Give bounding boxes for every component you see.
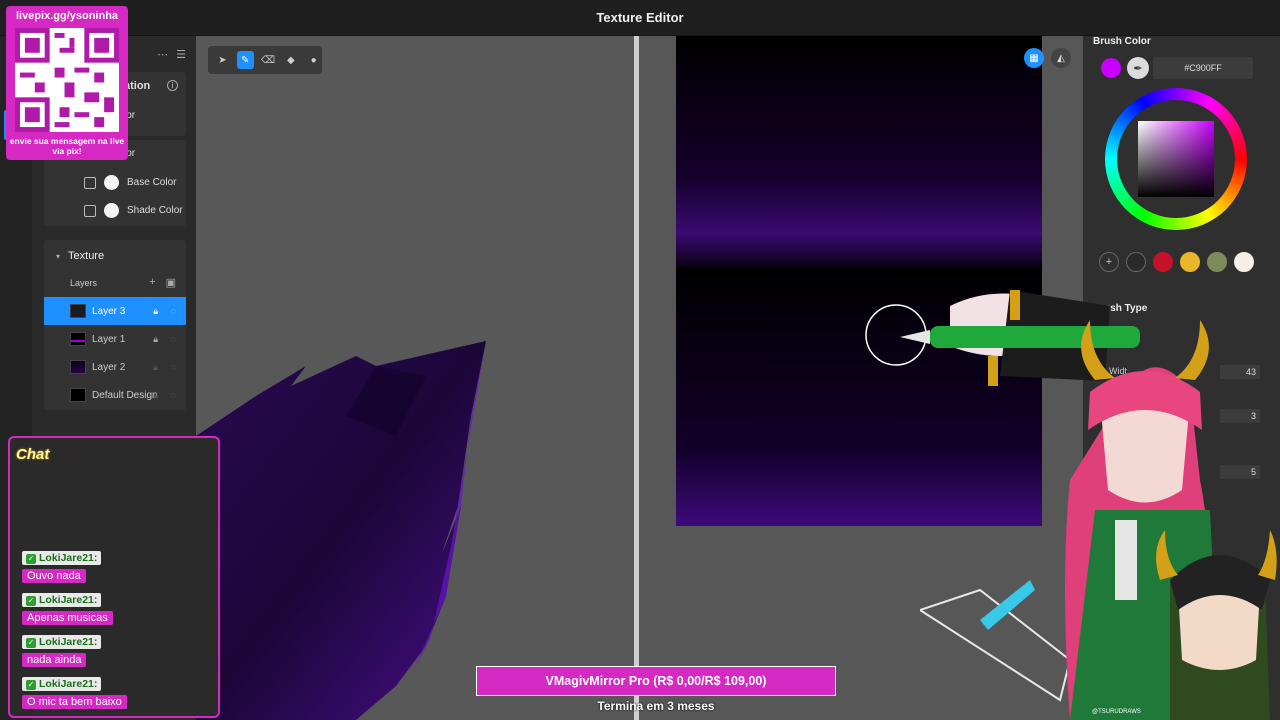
shade-color-row[interactable]: Shade Color [84, 203, 183, 218]
mirror-toggle-button[interactable]: ◭ [1051, 48, 1071, 68]
current-color-swatch[interactable] [1101, 58, 1121, 78]
pix-qr-overlay: livepix.gg/ysoninha envie sua mensagem n… [6, 6, 128, 160]
chat-username: ✓ LokiJare21: [22, 551, 102, 565]
pix-message: envie sua mensagem na live via pix! [9, 136, 125, 156]
license-subtitle: Termina em 3 meses [597, 699, 715, 713]
license-banner: VMagivMirror Pro (R$ 0,00/R$ 109,00) [476, 666, 836, 696]
layer-name: Layer 2 [92, 361, 126, 373]
shade-color-swatch[interactable] [104, 203, 119, 218]
lock-icon[interactable]: 🔒︎ [153, 334, 158, 345]
layer-thumbnail [70, 360, 86, 374]
preset-swatch[interactable] [1180, 252, 1200, 272]
add-layer-icon[interactable]: + [149, 276, 155, 289]
chat-message: ✓ LokiJare21: Ouvo nada [22, 548, 102, 584]
base-color-row[interactable]: Base Color [84, 175, 176, 190]
chat-overlay: Chat ✓ LokiJare21: Ouvo nada ✓ LokiJare21:… [8, 436, 220, 718]
settings-sliders-icon[interactable]: ☰ [176, 48, 186, 61]
import-image-icon[interactable]: ▣ [166, 276, 176, 289]
brush-icon[interactable]: ✎ [236, 51, 254, 69]
visibility-icon[interactable]: ◌ [171, 306, 176, 316]
color-wheel[interactable] [1105, 88, 1247, 230]
eyedropper-icon[interactable]: ✒ [1127, 57, 1149, 79]
lock-icon[interactable]: 🔒︎ [153, 306, 158, 317]
layer-row-layer-1[interactable]: Layer 1 🔒︎ ◌ [44, 325, 186, 353]
lock-icon[interactable]: 🔒︎ [153, 362, 158, 373]
chat-username: ✓ LokiJare21: [22, 593, 102, 607]
brush-color-label: Brush Color [1093, 36, 1151, 47]
layers-label: Layers [70, 278, 98, 288]
chat-text: Apenas musicas [22, 611, 113, 625]
visibility-icon[interactable]: ◌ [171, 334, 176, 344]
chat-username: ✓ LokiJare21: [22, 677, 102, 691]
check-icon: ✓ [26, 680, 36, 690]
grid-view-button[interactable]: ▦ [1024, 48, 1044, 68]
vtuber-avatar-render [920, 320, 1277, 720]
tool-bar: ➤ ✎ ⌫ ◆ ● [208, 46, 322, 74]
artist-credit: @TSURUDRAWS [1092, 709, 1141, 715]
eraser-icon[interactable]: ⌫ [260, 51, 277, 69]
select-icon[interactable]: ➤ [214, 51, 231, 69]
more-icon[interactable]: ⋯ [157, 48, 168, 61]
preset-swatch[interactable] [1207, 252, 1227, 272]
chat-username: ✓ LokiJare21: [22, 635, 102, 649]
info-icon[interactable]: i [167, 80, 178, 91]
vtuber-avatars: @TSURUDRAWS [920, 280, 1280, 720]
base-color-swatch[interactable] [104, 175, 119, 190]
chat-message: ✓ LokiJare21: O mic ta bem baixo [22, 674, 127, 710]
texture-title: Texture [68, 250, 105, 262]
title-bar: Texture Editor [0, 0, 1280, 36]
chevron-down-icon: ▾ [56, 251, 61, 261]
layer-thumbnail [70, 388, 86, 402]
preset-swatch[interactable] [1153, 252, 1173, 272]
preset-swatch[interactable] [1126, 252, 1146, 272]
hex-color-input[interactable]: #C900FF [1153, 57, 1253, 79]
layer-name: Layer 1 [92, 333, 126, 345]
base-color-label: Base Color [127, 177, 177, 188]
lock-icon[interactable]: 🔒︎ [153, 390, 158, 401]
layer-thumbnail [70, 332, 86, 346]
pix-url: livepix.gg/ysoninha [15, 10, 119, 22]
qr-code [15, 28, 119, 132]
chat-text: nada ainda [22, 653, 87, 667]
layers-actions: + ▣ [149, 276, 176, 289]
visibility-icon[interactable]: ◌ [171, 390, 176, 400]
check-icon: ✓ [26, 638, 36, 648]
shade-color-label: Shade Color [127, 205, 183, 216]
layer-thumbnail [70, 304, 86, 318]
chat-text: Ouvo nada [22, 569, 86, 583]
model-viewport[interactable] [196, 36, 636, 720]
chat-message: ✓ LokiJare21: Apenas musicas [22, 590, 113, 626]
panel-header-icons: ⋯ ☰ [157, 48, 186, 61]
base-color-checkbox[interactable] [84, 176, 96, 189]
chat-message: ✓ LokiJare21: nada ainda [22, 632, 102, 668]
window-title: Texture Editor [596, 10, 684, 25]
fill-icon[interactable]: ◆ [282, 51, 299, 69]
shade-color-checkbox[interactable] [84, 204, 96, 217]
drop-icon[interactable]: ● [305, 51, 322, 69]
hair-model-render [196, 341, 486, 720]
color-presets: + [1099, 252, 1254, 272]
layer-row-default-design[interactable]: Default Design 🔒︎ ◌ [44, 381, 186, 409]
preset-swatch[interactable] [1234, 252, 1254, 272]
texture-header[interactable]: ▾ Texture [56, 250, 104, 262]
layer-name: Layer 3 [92, 305, 126, 317]
check-icon: ✓ [26, 554, 36, 564]
saturation-value-square[interactable] [1138, 121, 1214, 197]
chat-title: Chat [16, 446, 50, 463]
layer-row-layer-3[interactable]: Layer 3 🔒︎ ◌ [44, 297, 186, 325]
check-icon: ✓ [26, 596, 36, 606]
add-preset-icon[interactable]: + [1099, 252, 1119, 272]
chat-text: O mic ta bem baixo [22, 695, 127, 709]
layer-row-layer-2[interactable]: Layer 2 🔒︎ ◌ [44, 353, 186, 381]
layer-name: Default Design [92, 389, 158, 401]
visibility-icon[interactable]: ◌ [171, 362, 176, 372]
texture-section: ▾ Texture Layers + ▣ Layer 3 🔒︎ ◌ Layer … [44, 240, 186, 410]
